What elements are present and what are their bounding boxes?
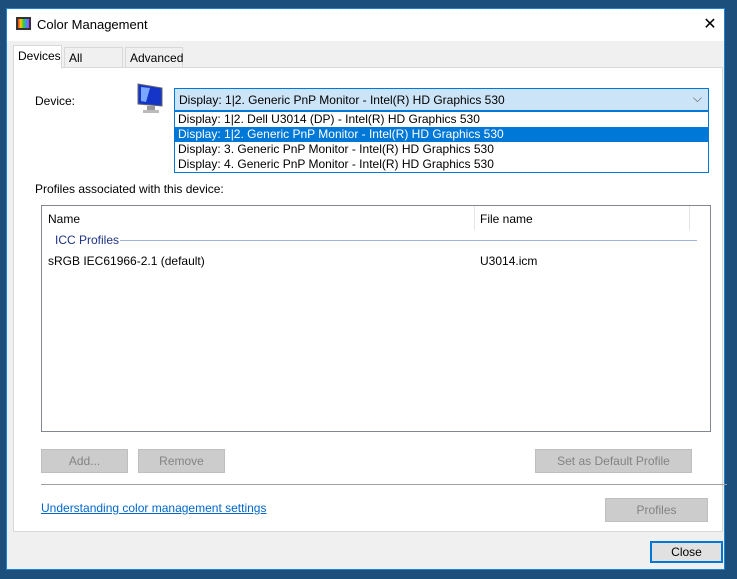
column-divider[interactable] xyxy=(689,206,690,230)
device-select-value: Display: 1|2. Generic PnP Monitor - Inte… xyxy=(179,93,505,107)
chevron-down-icon: ⌵ xyxy=(692,91,702,105)
group-divider xyxy=(120,240,697,241)
close-button[interactable]: Close xyxy=(650,541,723,563)
devices-pane: Device: Display: 1|2. Generic PnP Monito… xyxy=(13,67,727,532)
title-bar: Color Management ✕ xyxy=(7,9,724,41)
profile-name: sRGB IEC61966-2.1 (default) xyxy=(48,254,205,268)
monitor-icon xyxy=(137,83,163,113)
close-icon[interactable]: ✕ xyxy=(697,13,723,37)
group-header: ICC Profiles xyxy=(55,233,120,247)
column-header-name[interactable]: Name xyxy=(48,209,80,229)
device-option[interactable]: Display: 4. Generic PnP Monitor - Intel(… xyxy=(175,157,708,172)
color-monitor-icon xyxy=(16,17,31,30)
remove-button[interactable]: Remove xyxy=(138,449,225,473)
column-divider[interactable] xyxy=(474,206,475,230)
tab-devices[interactable]: Devices xyxy=(13,45,62,69)
device-select[interactable]: Display: 1|2. Generic PnP Monitor - Inte… xyxy=(174,88,709,111)
device-option[interactable]: Display: 3. Generic PnP Monitor - Intel(… xyxy=(175,142,708,157)
tab-all-profiles[interactable]: All Profiles xyxy=(64,47,123,79)
device-option[interactable]: Display: 1|2. Generic PnP Monitor - Inte… xyxy=(175,127,708,142)
divider xyxy=(41,484,727,485)
window-title: Color Management xyxy=(37,17,148,32)
device-option[interactable]: Display: 1|2. Dell U3014 (DP) - Intel(R)… xyxy=(175,112,708,127)
table-row[interactable]: sRGB IEC61966-2.1 (default) U3014.icm xyxy=(42,253,710,270)
profile-file: U3014.icm xyxy=(480,254,538,268)
set-default-profile-button[interactable]: Set as Default Profile xyxy=(535,449,692,473)
profiles-label: Profiles associated with this device: xyxy=(35,182,224,196)
profiles-list[interactable]: Name File name ICC Profiles sRGB IEC6196… xyxy=(41,205,711,432)
column-header-file-name[interactable]: File name xyxy=(480,209,533,229)
understanding-color-management-link[interactable]: Understanding color management settings xyxy=(41,501,266,515)
color-management-dialog: Color Management ✕ Devices All Profiles … xyxy=(6,8,727,570)
device-label: Device: xyxy=(35,94,76,108)
device-dropdown-list: Display: 1|2. Dell U3014 (DP) - Intel(R)… xyxy=(174,111,709,173)
profiles-button[interactable]: Profiles xyxy=(605,498,708,522)
add-button[interactable]: Add... xyxy=(41,449,128,473)
tab-advanced[interactable]: Advanced xyxy=(125,47,183,68)
